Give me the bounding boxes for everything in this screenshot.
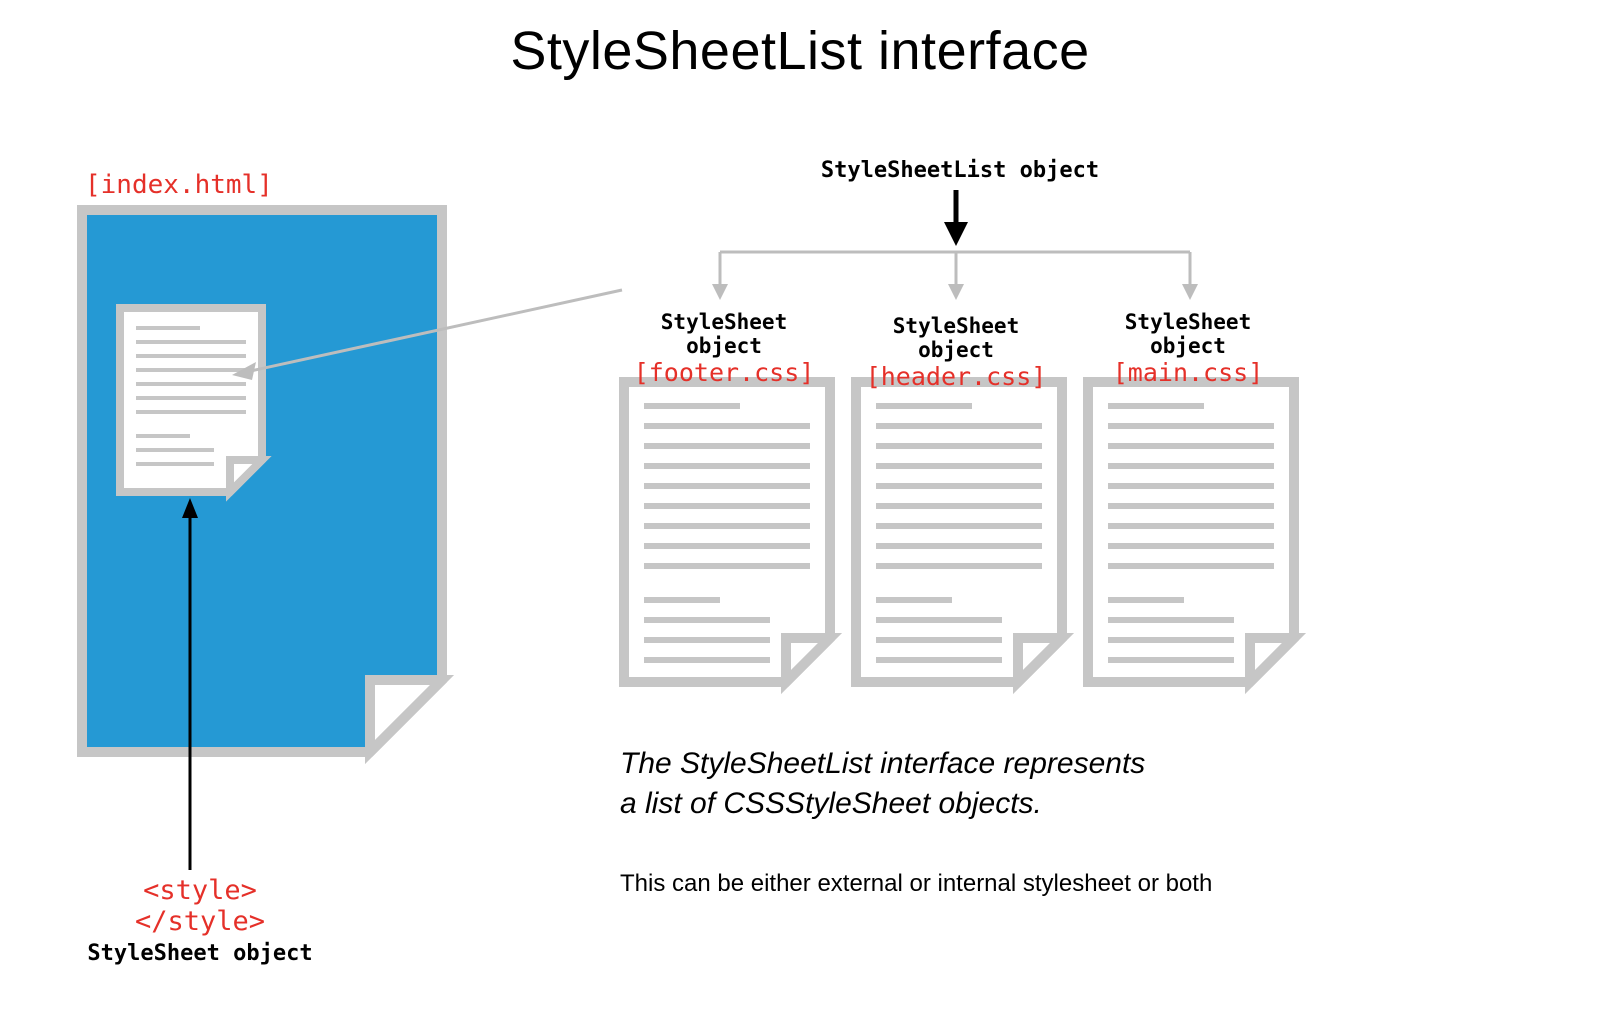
footer-object-label: StyleSheet object xyxy=(624,310,824,358)
main-object-label: StyleSheet object xyxy=(1088,310,1288,358)
main-file-label: [main.css] xyxy=(1088,358,1288,387)
header-css-labels: StyleSheet object [header.css] xyxy=(856,314,1056,391)
header-object-label: StyleSheet object xyxy=(856,314,1056,362)
caption-line-1: The StyleSheetList interface represents xyxy=(620,744,1145,785)
main-css-labels: StyleSheet object [main.css] xyxy=(1088,310,1288,387)
footer-css-doc-icon xyxy=(624,382,830,682)
bracket-distribute-icon xyxy=(712,252,1198,300)
style-tag-block: <style></style> StyleSheet object xyxy=(80,875,320,966)
arrow-list-down-icon xyxy=(944,190,968,246)
diagram-canvas: StyleSheetList interface [index.html] xyxy=(0,0,1600,1020)
diagram-svg xyxy=(0,0,1600,1020)
header-css-doc-icon xyxy=(856,382,1062,682)
caption-note: This can be either external or internal … xyxy=(620,870,1212,898)
main-css-doc-icon xyxy=(1088,382,1294,682)
style-object-label: StyleSheet object xyxy=(80,941,320,966)
footer-file-label: [footer.css] xyxy=(624,358,824,387)
stylesheetlist-object-label: StyleSheetList object xyxy=(820,158,1100,183)
style-tag-label: <style></style> xyxy=(80,875,320,937)
inner-style-doc-icon xyxy=(120,308,262,492)
caption-line-2: a list of CSSStyleSheet objects. xyxy=(620,784,1042,825)
header-file-label: [header.css] xyxy=(856,362,1056,391)
footer-css-labels: StyleSheet object [footer.css] xyxy=(624,310,824,387)
